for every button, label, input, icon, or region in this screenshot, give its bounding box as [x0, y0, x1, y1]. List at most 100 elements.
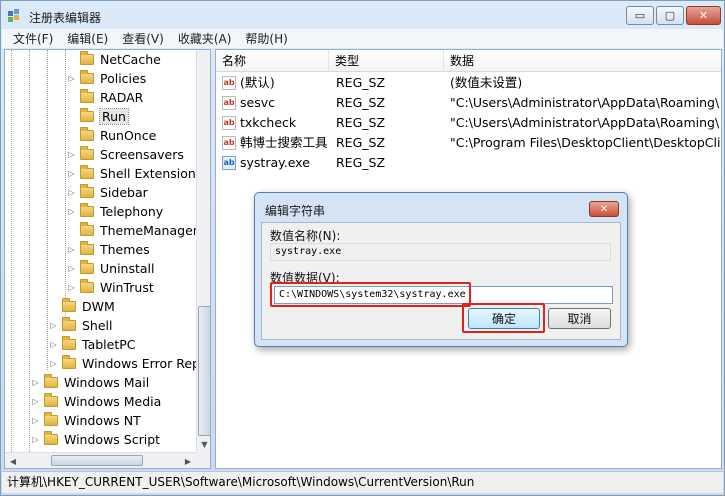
expand-arrow-icon[interactable]: ▷ [67, 207, 76, 216]
folder-icon [44, 431, 58, 445]
tree-item[interactable]: ThemeManager [67, 221, 198, 240]
scroll-down-arrow-icon[interactable]: ▼ [197, 437, 210, 452]
scroll-left-arrow-icon[interactable]: ◀ [5, 453, 21, 468]
close-button[interactable]: ✕ [686, 6, 721, 25]
maximize-button[interactable]: ▢ [656, 6, 684, 25]
tree-item[interactable]: ▷ Themes [67, 240, 150, 259]
folder-icon [80, 203, 94, 217]
tree-item-label: Screensavers [100, 147, 184, 162]
folder-icon [80, 222, 94, 236]
tree-hscroll-thumb[interactable] [51, 455, 143, 466]
title-bar: 注册表编辑器 ▭ ▢ ✕ [1, 1, 724, 31]
folder-icon [44, 412, 58, 426]
tree-item[interactable]: ▷ Windows NT [31, 411, 141, 430]
folder-icon [80, 260, 94, 274]
tree-vertical-scrollbar[interactable]: ▼ [196, 50, 210, 452]
expand-arrow-icon[interactable]: ▷ [31, 435, 40, 444]
tree-item[interactable]: ▷ Windows Media [31, 392, 161, 411]
tree-item[interactable]: ▷ TabletPC [49, 335, 136, 354]
expand-arrow-icon[interactable]: ▷ [67, 245, 76, 254]
dialog-close-button[interactable]: ✕ [589, 201, 619, 217]
list-row[interactable]: ab 韩博士搜索工具 REG_SZ "C:\Program Files\Desktop… [216, 133, 721, 153]
menu-edit[interactable]: 编辑(E) [60, 30, 115, 47]
tree-item[interactable]: ▷ Uninstall [67, 259, 155, 278]
expand-arrow-icon[interactable]: ▷ [67, 150, 76, 159]
menu-help[interactable]: 帮助(H) [238, 30, 294, 47]
menu-file[interactable]: 文件(F) [6, 30, 60, 47]
tree-item[interactable]: NetCache [67, 50, 161, 69]
status-bar-path: 计算机\HKEY_CURRENT_USER\Software\Microsoft… [2, 471, 723, 493]
string-value-icon: ab [222, 136, 236, 150]
tree-item[interactable]: ▷ Windows Error Repo [49, 354, 208, 373]
folder-icon [80, 89, 94, 103]
column-name-header[interactable]: 名称 [216, 50, 329, 72]
value-type-cell: REG_SZ [336, 95, 386, 110]
tree-item[interactable]: ▷ WinTrust [67, 278, 154, 297]
close-icon: ✕ [698, 9, 709, 22]
list-row[interactable]: ab (默认) REG_SZ (数值未设置) [216, 73, 721, 93]
tree-item[interactable]: ▷ Telephony [67, 202, 163, 221]
no-expander [67, 131, 76, 140]
expand-arrow-icon[interactable]: ▷ [67, 188, 76, 197]
expand-arrow-icon[interactable]: ▷ [31, 397, 40, 406]
tree-item-label: Uninstall [100, 261, 155, 276]
value-name-cell: sesvc [240, 95, 275, 110]
tree-item[interactable]: ▷ Windows Mail [31, 373, 149, 392]
expand-arrow-icon[interactable]: ▷ [67, 283, 76, 292]
expand-arrow-icon[interactable]: ▷ [49, 359, 58, 368]
no-expander [67, 93, 76, 102]
tree-item-label: Policies [100, 71, 147, 86]
scroll-corner [196, 452, 210, 468]
menu-favorites[interactable]: 收藏夹(A) [171, 30, 239, 47]
folder-icon [62, 336, 76, 350]
tree-item[interactable]: Run [67, 107, 129, 126]
folder-icon [80, 108, 94, 122]
tree-item[interactable]: DWM [49, 297, 115, 316]
expand-arrow-icon[interactable]: ▷ [49, 321, 58, 330]
string-value-icon: ab [222, 96, 236, 110]
value-data-cell: "C:\Users\Administrator\AppData\Roaming\… [450, 95, 720, 110]
tree-item[interactable]: ▷ Screensavers [67, 145, 184, 164]
list-row[interactable]: ab txkcheck REG_SZ "C:\Users\Administrator\… [216, 113, 721, 133]
expand-arrow-icon[interactable]: ▷ [67, 264, 76, 273]
cancel-button[interactable]: 取消 [548, 308, 611, 329]
expand-arrow-icon[interactable]: ▷ [49, 340, 58, 349]
value-type-cell: REG_SZ [336, 135, 386, 150]
tree-item-label: Shell Extensions [100, 166, 203, 181]
tree-item[interactable]: RADAR [67, 88, 143, 107]
list-row[interactable]: ab sesvc REG_SZ "C:\Users\Administrator\App… [216, 93, 721, 113]
expand-arrow-icon[interactable]: ▷ [31, 378, 40, 387]
minimize-icon: ▭ [634, 9, 646, 22]
tree-item[interactable]: ▷ Shell Extensions [67, 164, 202, 183]
maximize-icon: ▢ [664, 9, 676, 22]
minimize-button[interactable]: ▭ [626, 6, 654, 25]
column-data-header[interactable]: 数据 [444, 50, 721, 72]
tree-item[interactable]: ▷ Windows Script [31, 430, 160, 449]
no-expander [67, 55, 76, 64]
scroll-right-arrow-icon[interactable]: ▶ [180, 453, 196, 468]
value-name-field: systray.exe [270, 243, 611, 261]
expand-arrow-icon[interactable]: ▷ [67, 74, 76, 83]
list-row[interactable]: ab systray.exe REG_SZ [216, 153, 721, 173]
folder-icon [80, 184, 94, 198]
tree-horizontal-scrollbar[interactable]: ◀ ▶ [5, 452, 196, 468]
tree-item[interactable]: ▷ Policies [67, 69, 146, 88]
folder-icon [80, 241, 94, 255]
dialog-title: 编辑字符串 [265, 204, 326, 218]
menu-view[interactable]: 查看(V) [115, 30, 171, 47]
expand-arrow-icon[interactable]: ▷ [67, 169, 76, 178]
value-name-cell: systray.exe [240, 155, 310, 170]
tree-item[interactable]: RunOnce [67, 126, 156, 145]
tree-item-label: WinTrust [100, 280, 154, 295]
tree-vscroll-thumb[interactable] [198, 306, 210, 436]
value-type-cell: REG_SZ [336, 155, 386, 170]
tree-guide-line [11, 50, 12, 452]
expand-arrow-icon[interactable]: ▷ [31, 416, 40, 425]
registry-tree[interactable]: NetCache ▷ Policies RADAR Run RunOnce ▷ Screens… [4, 49, 211, 469]
column-type-header[interactable]: 类型 [329, 50, 444, 72]
tree-item[interactable]: ▷ Sidebar [67, 183, 148, 202]
dialog-body: 数值名称(N): systray.exe 数值数据(V): C:\WINDOWS… [261, 222, 621, 340]
tree-item[interactable]: ▷ Shell [49, 316, 113, 335]
string-value-icon: ab [222, 156, 236, 170]
value-data-cell: "C:\Program Files\DesktopClient\DesktopC… [450, 135, 720, 150]
